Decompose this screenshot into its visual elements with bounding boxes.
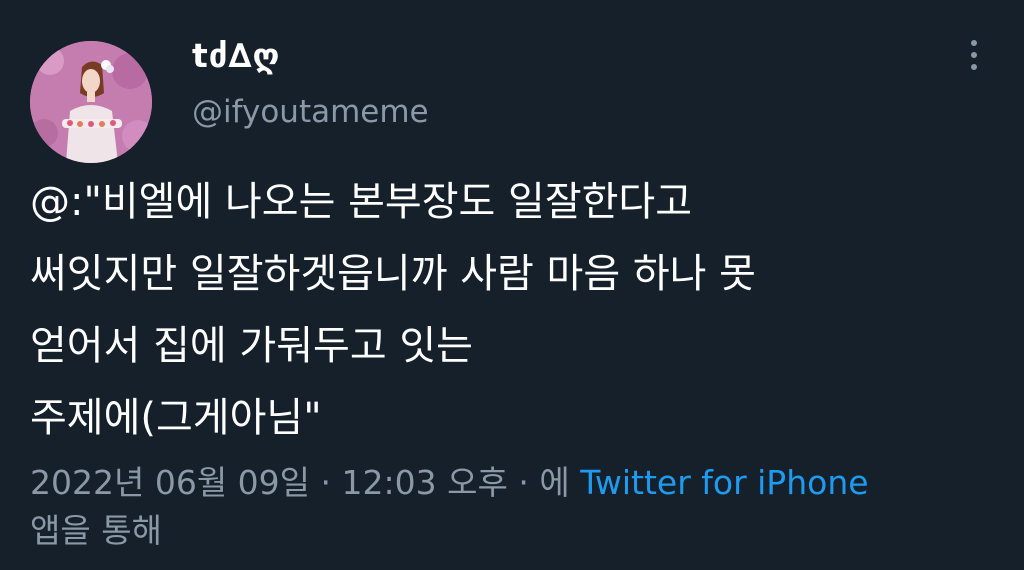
more-vertical-icon	[971, 40, 977, 46]
user-handle[interactable]: @ifyoutameme	[192, 92, 429, 132]
more-options-button[interactable]	[958, 38, 990, 72]
meta-separator: ·	[507, 463, 540, 502]
avatar-image	[30, 41, 152, 163]
tweet-text-line: 얻어서 집에 가둬두고 잇는	[30, 323, 473, 369]
source-link[interactable]: Twitter for iPhone	[580, 463, 868, 502]
more-vertical-icon-dot	[971, 52, 977, 58]
more-vertical-icon-dot	[971, 64, 977, 70]
tweet-text: @:"비엘에 나오는 본부장도 일잘한다고 써잇지만 일잘하겟읍니까 사람 마음…	[30, 166, 1000, 454]
tweet-text-line: 주제에(그게아님"	[30, 395, 322, 441]
tweet-meta: 2022년 06월 09일 · 12:03 오후 · 에 Twitter for…	[30, 459, 990, 555]
tweet-text-line: 써잇지만 일잘하겟읍니까 사람 마음 하나 못	[30, 251, 756, 297]
avatar[interactable]	[30, 41, 152, 163]
via-prefix: 에	[539, 463, 570, 502]
meta-separator: ·	[310, 463, 342, 502]
display-name[interactable]: tძ∆ღ	[192, 36, 280, 76]
via-suffix: 앱을 통해	[30, 511, 162, 550]
tweet-date[interactable]: 2022년 06월 09일	[30, 463, 310, 502]
tweet-time[interactable]: 12:03 오후	[342, 463, 508, 502]
tweet-text-line: @:"비엘에 나오는 본부장도 일잘한다고	[30, 179, 693, 225]
